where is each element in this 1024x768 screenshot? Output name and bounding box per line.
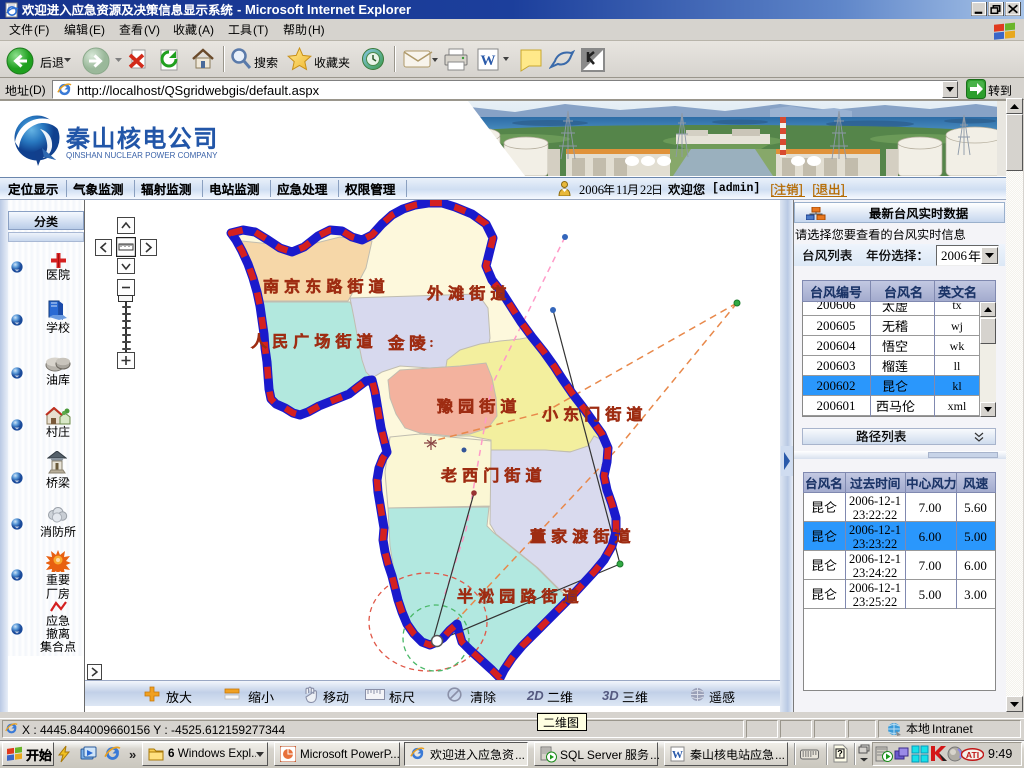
svg-text:W: W	[672, 749, 683, 761]
svg-text:?: ?	[837, 749, 843, 759]
svg-text:W: W	[481, 53, 496, 69]
svg-text:ATI: ATI	[966, 750, 979, 760]
